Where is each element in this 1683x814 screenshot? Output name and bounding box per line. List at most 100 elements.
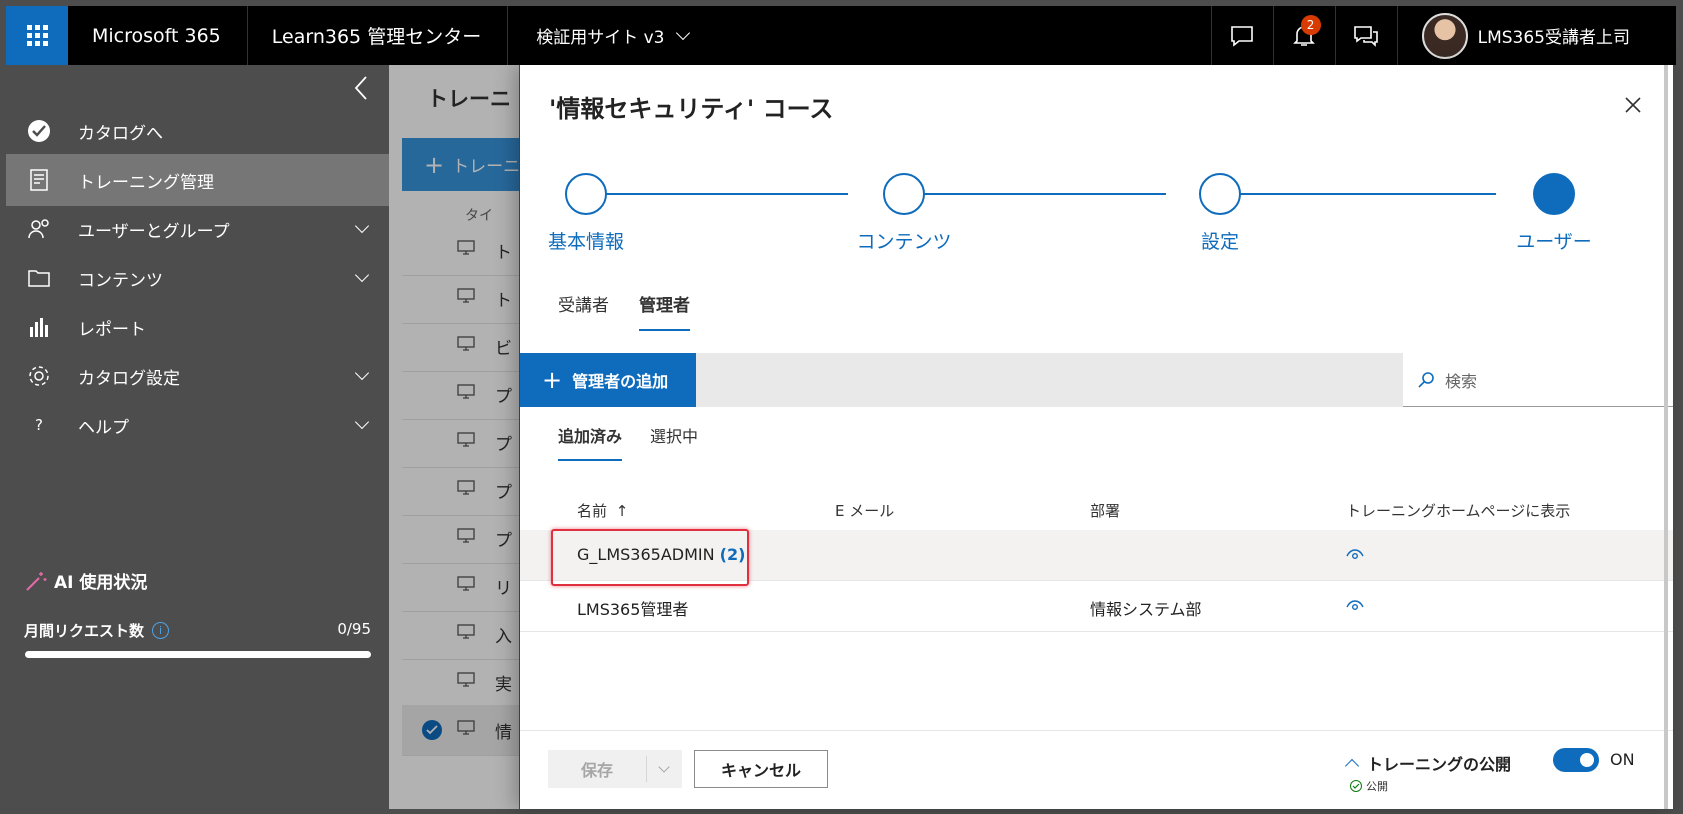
sidebar-item-reports[interactable]: レポート bbox=[6, 301, 389, 353]
monthly-requests-value: 0/95 bbox=[337, 620, 371, 638]
sidebar-item-label: トレーニング管理 bbox=[78, 172, 214, 193]
gear-icon bbox=[24, 364, 54, 388]
publish-label: トレーニングの公開 bbox=[1367, 755, 1512, 774]
user-name: LMS365受講者上司 bbox=[1477, 28, 1630, 48]
sidebar-item-training[interactable]: トレーニング管理 bbox=[6, 154, 389, 206]
step-label-basic-info[interactable]: 基本情報 bbox=[548, 227, 624, 254]
monthly-requests-label: 月間リクエスト数 bbox=[24, 622, 145, 640]
chart-icon bbox=[24, 316, 54, 338]
sidebar-item-catalog-settings[interactable]: カタログ設定 bbox=[6, 350, 389, 402]
stepper-line bbox=[1208, 193, 1496, 195]
sidebar-item-label: ヘルプ bbox=[78, 417, 129, 438]
sidebar-item-content[interactable]: コンテンツ bbox=[6, 252, 389, 304]
tab-selected[interactable]: 選択中 bbox=[650, 423, 698, 461]
admin-center-title[interactable]: Learn365 管理センター bbox=[248, 6, 509, 65]
step-basic-info[interactable] bbox=[565, 173, 607, 215]
step-users[interactable] bbox=[1533, 173, 1575, 215]
publish-status: 公開 bbox=[1350, 778, 1388, 794]
chevron-down-icon bbox=[354, 218, 370, 234]
step-label-users[interactable]: ユーザー bbox=[1516, 227, 1592, 254]
messages-icon bbox=[1354, 25, 1378, 47]
scrollbar[interactable] bbox=[1663, 65, 1669, 809]
chevron-down-icon bbox=[354, 365, 370, 381]
column-header-email[interactable]: E メール bbox=[835, 500, 894, 521]
column-header-department[interactable]: 部署 bbox=[1090, 500, 1120, 521]
toggle-state-label: ON bbox=[1610, 750, 1635, 769]
chevron-down-icon bbox=[354, 267, 370, 283]
requests-progress-bar bbox=[25, 651, 371, 658]
step-label-content[interactable]: コンテンツ bbox=[856, 227, 951, 254]
cancel-button[interactable]: キャンセル bbox=[694, 750, 828, 788]
eye-icon[interactable] bbox=[1346, 547, 1364, 566]
sidebar-item-label: カタログへ bbox=[78, 123, 163, 144]
brand-link[interactable]: Microsoft 365 bbox=[68, 6, 248, 65]
chevron-down-icon bbox=[354, 414, 370, 430]
sidebar-item-label: ユーザーとグループ bbox=[78, 221, 230, 242]
sidebar-item-label: レポート bbox=[78, 319, 146, 340]
overlay-scrim[interactable] bbox=[389, 65, 519, 809]
save-label: 保存 bbox=[580, 761, 613, 780]
tab-learners[interactable]: 受講者 bbox=[558, 291, 609, 331]
top-bar: Microsoft 365 Learn365 管理センター 検証用サイト v3 … bbox=[6, 6, 1676, 65]
help-chat-button[interactable] bbox=[1334, 6, 1397, 65]
left-navigation: カタログへ トレーニング管理 ユーザーとグループ コンテンツ レポート カタログ… bbox=[6, 65, 389, 809]
user-menu[interactable]: LMS365受講者上司 bbox=[1396, 6, 1676, 65]
sidebar-item-label: コンテンツ bbox=[78, 270, 163, 291]
tab-added[interactable]: 追加済み bbox=[558, 423, 623, 461]
monthly-requests-row: 月間リクエスト数 i 0/95 bbox=[24, 620, 371, 641]
magic-wand-icon bbox=[26, 571, 47, 591]
publish-training-toggle-section[interactable]: トレーニングの公開 bbox=[1344, 751, 1512, 775]
folder-icon bbox=[24, 268, 54, 288]
add-administrator-button[interactable]: + 管理者の追加 bbox=[520, 353, 696, 407]
waffle-icon bbox=[26, 25, 48, 46]
sort-ascending-icon: ↑ bbox=[615, 502, 629, 520]
check-circle-icon bbox=[1350, 780, 1362, 792]
publish-status-label: 公開 bbox=[1366, 780, 1388, 793]
app-launcher-button[interactable] bbox=[6, 6, 68, 65]
column-header-show-on-home[interactable]: トレーニングホームページに表示 bbox=[1346, 500, 1570, 521]
users-icon bbox=[24, 218, 54, 240]
column-header-name[interactable]: 名前 ↑ bbox=[577, 500, 628, 521]
save-options-dropdown[interactable] bbox=[647, 761, 681, 773]
search-placeholder: 検索 bbox=[1445, 371, 1478, 391]
notifications-button[interactable]: 2 bbox=[1272, 6, 1335, 65]
step-label-settings[interactable]: 設定 bbox=[1201, 227, 1239, 254]
step-content[interactable] bbox=[883, 173, 925, 215]
user-type-tabs: 受講者 管理者 bbox=[558, 291, 690, 331]
feedback-button[interactable] bbox=[1210, 6, 1273, 65]
search-input[interactable]: 検索 bbox=[1403, 353, 1673, 407]
stepper-line bbox=[582, 193, 848, 195]
eye-icon[interactable] bbox=[1346, 598, 1364, 617]
row-name: LMS365管理者 bbox=[577, 600, 689, 619]
step-settings[interactable] bbox=[1199, 173, 1241, 215]
site-selector-label: 検証用サイト v3 bbox=[536, 28, 665, 48]
training-icon bbox=[24, 168, 54, 192]
column-header-name-label: 名前 bbox=[577, 502, 608, 520]
save-button[interactable]: 保存 bbox=[548, 750, 682, 788]
table-row[interactable]: LMS365管理者 情報システム部 bbox=[520, 581, 1673, 632]
chevron-down-icon bbox=[658, 761, 670, 773]
avatar bbox=[1421, 12, 1468, 59]
command-bar: + 管理者の追加 検索 bbox=[520, 353, 1673, 407]
footer-divider bbox=[520, 730, 1673, 731]
info-icon[interactable]: i bbox=[152, 622, 170, 639]
publish-toggle[interactable] bbox=[1553, 748, 1599, 772]
sidebar-item-label: カタログ設定 bbox=[78, 368, 180, 389]
tab-administrators[interactable]: 管理者 bbox=[639, 291, 690, 331]
help-icon: ? bbox=[35, 416, 43, 434]
ai-usage-label: AI 使用状況 bbox=[54, 573, 148, 593]
sidebar-item-users[interactable]: ユーザーとグループ bbox=[6, 203, 389, 255]
sidebar-item-help[interactable]: ? ヘルプ bbox=[6, 399, 389, 451]
chevron-down-icon bbox=[676, 25, 691, 41]
table-header: 名前 ↑ E メール 部署 トレーニングホームページに表示 bbox=[520, 490, 1673, 530]
row-department: 情報システム部 bbox=[1090, 600, 1202, 619]
close-icon[interactable] bbox=[1623, 95, 1643, 115]
toggle-knob bbox=[1580, 753, 1594, 767]
sidebar-item-catalog[interactable]: カタログへ bbox=[6, 105, 389, 157]
site-selector[interactable]: 検証用サイト v3 bbox=[508, 23, 691, 48]
stepper-line bbox=[890, 193, 1166, 195]
course-panel: '情報セキュリティ' コース 基本情報 コンテンツ 設定 ユーザー 受講者 管理… bbox=[520, 65, 1673, 809]
collapse-nav-icon[interactable] bbox=[351, 73, 371, 103]
notification-badge: 2 bbox=[1300, 15, 1321, 35]
plus-icon: + bbox=[542, 366, 563, 394]
